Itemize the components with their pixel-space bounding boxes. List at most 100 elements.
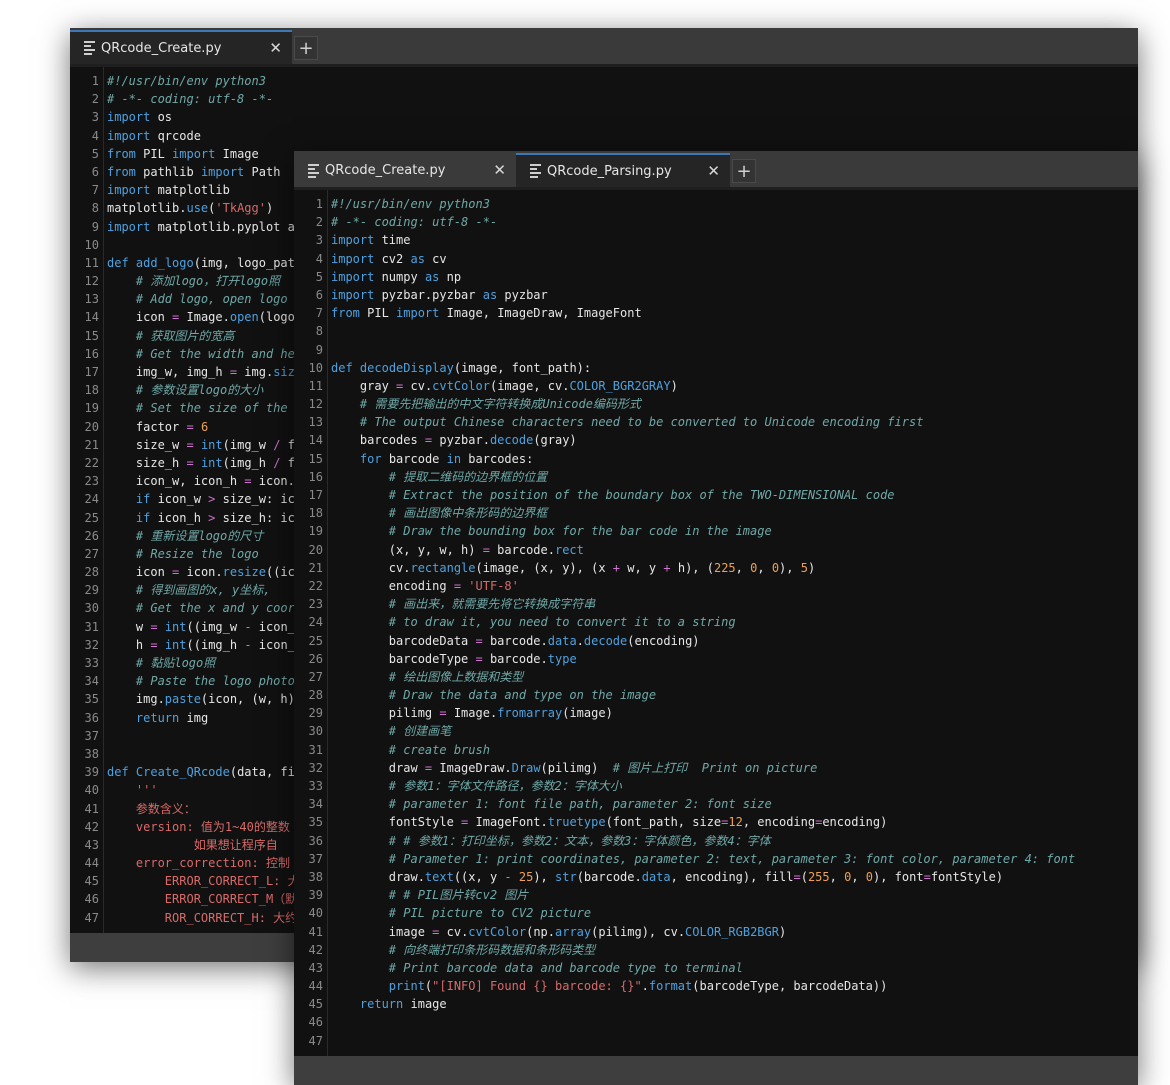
- code-line[interactable]: # Extract the position of the boundary b…: [331, 486, 1138, 504]
- code-line[interactable]: barcodeType = barcode.type: [331, 650, 1138, 668]
- code-token: =: [475, 651, 483, 666]
- code-token: (: [800, 869, 808, 884]
- tab-qrcode-create[interactable]: QRcode_Create.py ✕: [294, 154, 516, 187]
- code-token: pyzbar: [497, 287, 548, 302]
- close-icon[interactable]: ✕: [493, 161, 506, 179]
- code-line[interactable]: pilimg = Image.fromarray(image): [331, 704, 1138, 722]
- code-token: =: [186, 455, 194, 470]
- code-token: matplotlib.: [107, 201, 187, 216]
- code-line[interactable]: fontStyle = ImageFont.truetype(font_path…: [331, 813, 1138, 831]
- code-line[interactable]: for barcode in barcodes:: [331, 450, 1138, 468]
- code-line[interactable]: [331, 1032, 1138, 1050]
- code-token: cv.: [403, 378, 433, 393]
- tab-qrcode-parsing[interactable]: QRcode_Parsing.py ✕: [516, 153, 730, 187]
- code-line[interactable]: [331, 341, 1138, 359]
- line-number: 44: [308, 979, 323, 994]
- code-line[interactable]: barcodes = pyzbar.decode(gray): [331, 431, 1138, 449]
- code-line[interactable]: import time: [331, 231, 1138, 249]
- code-token: fontStyle: [331, 815, 462, 830]
- code-line[interactable]: encoding = 'UTF-8': [331, 577, 1138, 595]
- code-token: f: [280, 437, 295, 452]
- code-editor[interactable]: 1 2 3 4 5 6 7 8 9 10 11 12 13 14 15 16 17 18 19 20 21 22 23 24 2…: [294, 187, 1138, 1056]
- code-line[interactable]: return image: [331, 995, 1138, 1013]
- code-line[interactable]: #!/usr/bin/env python3: [107, 72, 1138, 90]
- code-line[interactable]: gray = cv.cvtColor(image, cv.COLOR_BGR2G…: [331, 377, 1138, 395]
- code-line[interactable]: draw = ImageDraw.Draw(pilimg) # 图片上打印 Pr…: [331, 759, 1138, 777]
- code-token: -: [244, 619, 252, 634]
- code-token: w, y: [620, 560, 664, 575]
- code-line[interactable]: # 画出图像中条形码的边界框: [331, 504, 1138, 522]
- code-line[interactable]: # The output Chinese characters need to …: [331, 413, 1138, 431]
- code-line[interactable]: # # 参数1：打印坐标，参数2：文本，参数3：字体颜色，参数4：字体: [331, 832, 1138, 850]
- code-token: # 添加logo，打开logo照: [135, 274, 281, 289]
- close-icon[interactable]: ✕: [707, 162, 720, 180]
- code-line[interactable]: [331, 1013, 1138, 1031]
- line-number: 23: [84, 474, 99, 489]
- code-line[interactable]: # 需要先把输出的中文字符转换成Unicode编码形式: [331, 395, 1138, 413]
- code-line[interactable]: # 参数1：字体文件路径，参数2：字体大小: [331, 777, 1138, 795]
- line-number: 41: [308, 924, 323, 939]
- code-line[interactable]: # 向终端打印条形码数据和条形码类型: [331, 941, 1138, 959]
- code-line[interactable]: # 画出来，就需要先将它转换成字符串: [331, 595, 1138, 613]
- code-line[interactable]: # Parameter 1: print coordinates, parame…: [331, 850, 1138, 868]
- code-line[interactable]: image = cv.cvtColor(np.array(pilimg), cv…: [331, 923, 1138, 941]
- line-number: 27: [84, 546, 99, 561]
- code-line[interactable]: import cv2 as cv: [331, 250, 1138, 268]
- code-line[interactable]: (x, y, w, h) = barcode.rect: [331, 541, 1138, 559]
- code-line[interactable]: # create brush: [331, 741, 1138, 759]
- code-line[interactable]: # Draw the bounding box for the bar code…: [331, 522, 1138, 540]
- code-token: 12: [728, 815, 743, 830]
- code-token: ((img_w: [186, 619, 245, 634]
- code-line[interactable]: [331, 322, 1138, 340]
- code-line[interactable]: barcodeData = barcode.data.decode(encodi…: [331, 632, 1138, 650]
- code-line[interactable]: print("[INFO] Found {} barcode: {}".form…: [331, 977, 1138, 995]
- code-token: #!/usr/bin/env python3: [107, 74, 266, 88]
- code-line[interactable]: # PIL picture to CV2 picture: [331, 904, 1138, 922]
- line-number: 16: [84, 346, 99, 361]
- code-area[interactable]: #!/usr/bin/env python3 # -*- coding: utf-…: [331, 195, 1138, 1050]
- code-line[interactable]: import qrcode: [107, 127, 1138, 145]
- code-token: np: [439, 269, 462, 284]
- line-number: 40: [84, 783, 99, 798]
- code-line[interactable]: import os: [107, 108, 1138, 126]
- code-line[interactable]: #!/usr/bin/env python3: [331, 195, 1138, 213]
- line-number: 45: [308, 997, 323, 1012]
- line-number: 28: [84, 565, 99, 580]
- code-line[interactable]: # 绘出图像上数据和类型: [331, 668, 1138, 686]
- code-line[interactable]: import pyzbar.pyzbar as pyzbar: [331, 286, 1138, 304]
- code-line[interactable]: # 提取二维码的边界框的位置: [331, 468, 1138, 486]
- code-line[interactable]: # Draw the data and type on the image: [331, 686, 1138, 704]
- code-line[interactable]: # to draw it, you need to convert it to …: [331, 613, 1138, 631]
- code-line[interactable]: # -*- coding: utf-8 -*-: [107, 90, 1138, 108]
- code-line[interactable]: # Print barcode data and barcode type to…: [331, 959, 1138, 977]
- code-token: as: [482, 287, 498, 302]
- new-tab-button[interactable]: +: [732, 159, 756, 183]
- line-number: 42: [308, 942, 323, 957]
- code-token: COLOR_RGB2BGR: [685, 924, 779, 939]
- code-token: (logo: [258, 310, 295, 325]
- code-token: Create_QRcode: [135, 765, 230, 780]
- code-line[interactable]: # -*- coding: utf-8 -*-: [331, 213, 1138, 231]
- code-token: format: [648, 979, 693, 994]
- code-line[interactable]: def decodeDisplay(image, font_path):: [331, 359, 1138, 377]
- code-line[interactable]: cv.rectangle(image, (x, y), (x + w, y + …: [331, 559, 1138, 577]
- code-token: icon.: [179, 565, 223, 580]
- code-line[interactable]: import numpy as np: [331, 268, 1138, 286]
- line-number: 31: [84, 619, 99, 634]
- new-tab-button[interactable]: +: [294, 36, 318, 60]
- code-token: =: [475, 633, 483, 648]
- code-token: icon: [107, 565, 173, 580]
- close-icon[interactable]: ✕: [269, 39, 282, 57]
- code-token: (pilimg), cv.: [591, 924, 686, 939]
- line-number: 42: [84, 819, 99, 834]
- code-line[interactable]: # # PIL图片转cv2 图片: [331, 886, 1138, 904]
- tab-qrcode-create[interactable]: QRcode_Create.py ✕: [70, 30, 292, 64]
- code-token: Path: [244, 164, 281, 179]
- code-line[interactable]: # 创建画笔: [331, 722, 1138, 740]
- code-line[interactable]: draw.text((x, y - 25), str(barcode.data,…: [331, 868, 1138, 886]
- code-line[interactable]: from PIL import Image, ImageDraw, ImageF…: [331, 304, 1138, 322]
- code-line[interactable]: # parameter 1: font file path, parameter…: [331, 795, 1138, 813]
- line-number: 12: [308, 397, 323, 412]
